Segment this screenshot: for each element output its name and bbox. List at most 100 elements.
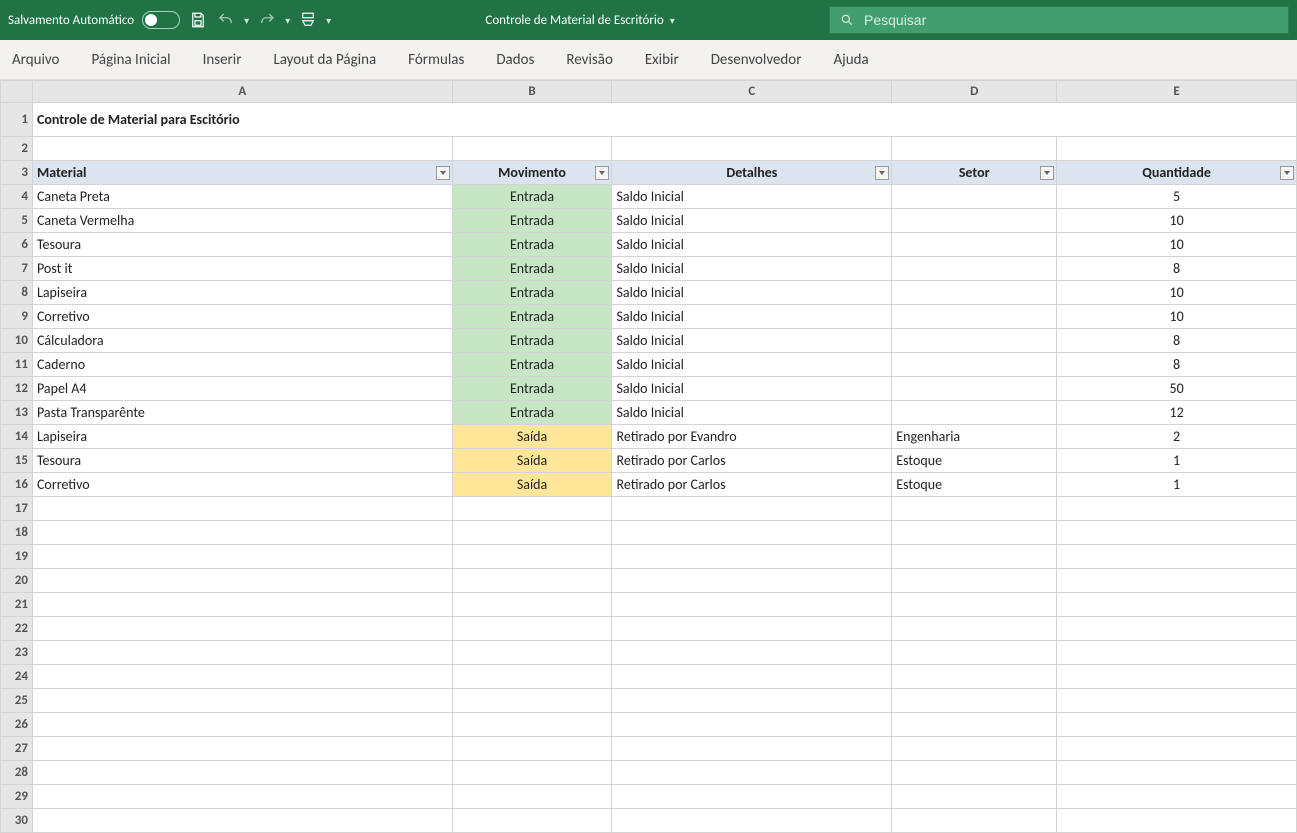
cell-detalhes[interactable]: Saldo Inicial bbox=[612, 281, 892, 305]
ribbon-tab-layout-da-p-gina[interactable]: Layout da Página bbox=[271, 43, 378, 77]
cell-setor[interactable]: Estoque bbox=[892, 473, 1057, 497]
filter-dropdown-icon[interactable] bbox=[875, 166, 889, 180]
header-material[interactable]: Material bbox=[32, 161, 452, 185]
table-row[interactable]: 12 Papel A4 Entrada Saldo Inicial 50 bbox=[1, 377, 1297, 401]
table-row[interactable]: 6 Tesoura Entrada Saldo Inicial 10 bbox=[1, 233, 1297, 257]
cell-detalhes[interactable]: Saldo Inicial bbox=[612, 377, 892, 401]
filter-dropdown-icon[interactable] bbox=[1040, 166, 1054, 180]
cell-movimento[interactable]: Entrada bbox=[452, 305, 612, 329]
filter-dropdown-icon[interactable] bbox=[436, 166, 450, 180]
cell-detalhes[interactable]: Saldo Inicial bbox=[612, 233, 892, 257]
cell-movimento[interactable]: Entrada bbox=[452, 401, 612, 425]
row-header-13[interactable]: 13 bbox=[1, 401, 33, 425]
row-header-2[interactable]: 2 bbox=[1, 137, 33, 161]
row-header-15[interactable]: 15 bbox=[1, 449, 33, 473]
search-box[interactable] bbox=[829, 6, 1289, 34]
cell-detalhes[interactable]: Saldo Inicial bbox=[612, 305, 892, 329]
cell-material[interactable]: Caneta Vermelha bbox=[32, 209, 452, 233]
redo-icon[interactable] bbox=[257, 10, 277, 30]
ribbon-tab-p-gina-inicial[interactable]: Página Inicial bbox=[89, 43, 172, 77]
row-header-19[interactable]: 19 bbox=[1, 545, 33, 569]
row-header-9[interactable]: 9 bbox=[1, 305, 33, 329]
cell-quantidade[interactable]: 10 bbox=[1057, 233, 1297, 257]
filter-dropdown-icon[interactable] bbox=[595, 166, 609, 180]
cell-quantidade[interactable]: 10 bbox=[1057, 209, 1297, 233]
cell-setor[interactable] bbox=[892, 305, 1057, 329]
doc-title[interactable]: Controle de Material de Escritório bbox=[485, 13, 663, 28]
cell-movimento[interactable]: Entrada bbox=[452, 353, 612, 377]
cell-movimento[interactable]: Entrada bbox=[452, 257, 612, 281]
cell-detalhes[interactable]: Saldo Inicial bbox=[612, 329, 892, 353]
row-header-11[interactable]: 11 bbox=[1, 353, 33, 377]
table-row[interactable]: 23 bbox=[1, 641, 1297, 665]
cell-setor[interactable] bbox=[892, 185, 1057, 209]
cell-detalhes[interactable]: Retirado por Evandro bbox=[612, 425, 892, 449]
cell-quantidade[interactable]: 2 bbox=[1057, 425, 1297, 449]
table-row[interactable]: 24 bbox=[1, 665, 1297, 689]
cell-movimento[interactable]: Entrada bbox=[452, 329, 612, 353]
filter-dropdown-icon[interactable] bbox=[1280, 166, 1294, 180]
ribbon-tab-f-rmulas[interactable]: Fórmulas bbox=[406, 43, 466, 77]
table-row[interactable]: 13 Pasta Transparênte Entrada Saldo Inic… bbox=[1, 401, 1297, 425]
cell-movimento[interactable]: Saída bbox=[452, 425, 612, 449]
cell-setor[interactable] bbox=[892, 209, 1057, 233]
cell-material[interactable]: Lapiseira bbox=[32, 425, 452, 449]
cell-movimento[interactable]: Entrada bbox=[452, 377, 612, 401]
table-row[interactable]: 11 Caderno Entrada Saldo Inicial 8 bbox=[1, 353, 1297, 377]
row-header-12[interactable]: 12 bbox=[1, 377, 33, 401]
table-row[interactable]: 9 Corretivo Entrada Saldo Inicial 10 bbox=[1, 305, 1297, 329]
row-header-26[interactable]: 26 bbox=[1, 713, 33, 737]
row-header-29[interactable]: 29 bbox=[1, 785, 33, 809]
table-row[interactable]: 15 Tesoura Saída Retirado por Carlos Est… bbox=[1, 449, 1297, 473]
col-header-A[interactable]: A bbox=[32, 81, 452, 103]
col-header-E[interactable]: E bbox=[1057, 81, 1297, 103]
cell-quantidade[interactable]: 8 bbox=[1057, 353, 1297, 377]
cell-detalhes[interactable]: Saldo Inicial bbox=[612, 185, 892, 209]
row-header-17[interactable]: 17 bbox=[1, 497, 33, 521]
cell-quantidade[interactable]: 5 bbox=[1057, 185, 1297, 209]
cell-material[interactable]: Corretivo bbox=[32, 305, 452, 329]
cell-quantidade[interactable]: 1 bbox=[1057, 473, 1297, 497]
cell-detalhes[interactable]: Retirado por Carlos bbox=[612, 473, 892, 497]
table-row[interactable]: 16 Corretivo Saída Retirado por Carlos E… bbox=[1, 473, 1297, 497]
table-row[interactable]: 21 bbox=[1, 593, 1297, 617]
ribbon-tab-arquivo[interactable]: Arquivo bbox=[10, 43, 61, 77]
redo-dropdown-icon[interactable]: ▾ bbox=[285, 14, 290, 27]
cell-material[interactable]: Corretivo bbox=[32, 473, 452, 497]
table-row[interactable]: 29 bbox=[1, 785, 1297, 809]
row-header-14[interactable]: 14 bbox=[1, 425, 33, 449]
cell-detalhes[interactable]: Saldo Inicial bbox=[612, 209, 892, 233]
col-header-C[interactable]: C bbox=[612, 81, 892, 103]
cell-movimento[interactable]: Entrada bbox=[452, 233, 612, 257]
spreadsheet-grid[interactable]: ABCDE1 Controle de Material para Escitór… bbox=[0, 80, 1297, 833]
row-header-23[interactable]: 23 bbox=[1, 641, 33, 665]
table-row[interactable]: 19 bbox=[1, 545, 1297, 569]
cell-setor[interactable]: Engenharia bbox=[892, 425, 1057, 449]
header-quantidade[interactable]: Quantidade bbox=[1057, 161, 1297, 185]
cell-setor[interactable] bbox=[892, 353, 1057, 377]
cell-movimento[interactable]: Entrada bbox=[452, 185, 612, 209]
cell-movimento[interactable]: Entrada bbox=[452, 281, 612, 305]
table-row[interactable]: 20 bbox=[1, 569, 1297, 593]
cell-quantidade[interactable]: 10 bbox=[1057, 305, 1297, 329]
qat-more-icon[interactable]: ▾ bbox=[326, 14, 331, 27]
row-header-18[interactable]: 18 bbox=[1, 521, 33, 545]
col-header-D[interactable]: D bbox=[892, 81, 1057, 103]
undo-dropdown-icon[interactable]: ▾ bbox=[244, 14, 249, 27]
cell-setor[interactable] bbox=[892, 257, 1057, 281]
row-header-20[interactable]: 20 bbox=[1, 569, 33, 593]
cell-material[interactable]: Cálculadora bbox=[32, 329, 452, 353]
cell-material[interactable]: Caderno bbox=[32, 353, 452, 377]
undo-icon[interactable] bbox=[216, 10, 236, 30]
table-row[interactable]: 14 Lapiseira Saída Retirado por Evandro … bbox=[1, 425, 1297, 449]
search-input[interactable] bbox=[864, 12, 1278, 28]
cell-setor[interactable] bbox=[892, 401, 1057, 425]
table-row[interactable]: 17 bbox=[1, 497, 1297, 521]
cell-quantidade[interactable]: 1 bbox=[1057, 449, 1297, 473]
ribbon-tab-dados[interactable]: Dados bbox=[494, 43, 536, 77]
table-row[interactable]: 5 Caneta Vermelha Entrada Saldo Inicial … bbox=[1, 209, 1297, 233]
header-detalhes[interactable]: Detalhes bbox=[612, 161, 892, 185]
row-header-21[interactable]: 21 bbox=[1, 593, 33, 617]
table-row[interactable]: 18 bbox=[1, 521, 1297, 545]
cell-detalhes[interactable]: Saldo Inicial bbox=[612, 353, 892, 377]
